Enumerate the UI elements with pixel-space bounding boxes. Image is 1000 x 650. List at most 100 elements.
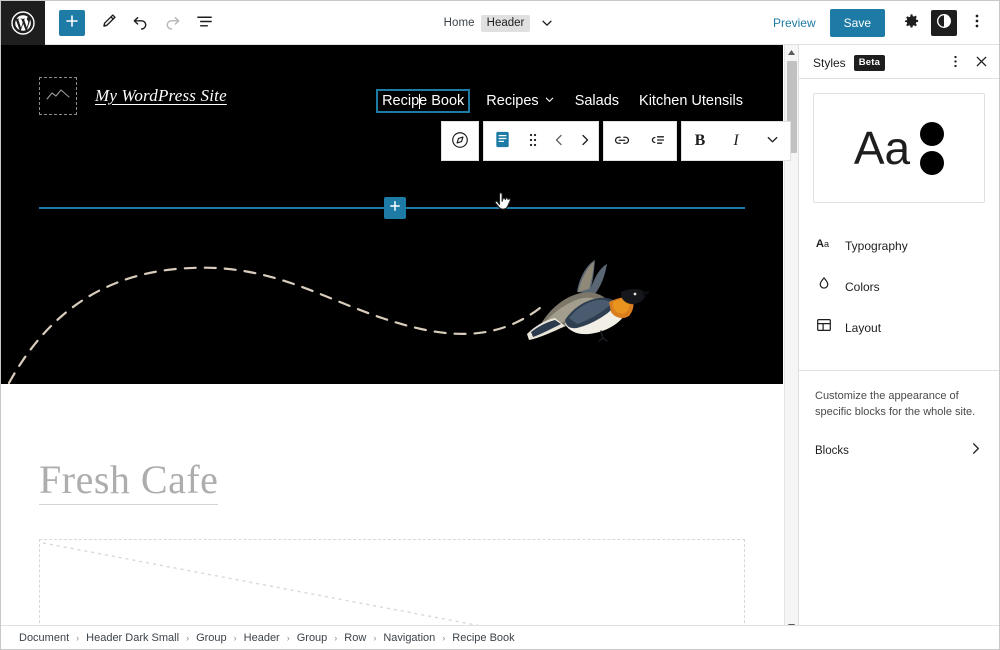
chevron-right-icon bbox=[968, 441, 983, 461]
color-swatch bbox=[920, 150, 945, 175]
svg-text:a: a bbox=[824, 239, 829, 249]
chevron-left-icon bbox=[552, 133, 566, 150]
page-content-area: Fresh Cafe bbox=[1, 384, 783, 633]
plus-icon bbox=[388, 199, 402, 218]
document-template-chip[interactable]: Header bbox=[480, 14, 531, 32]
compass-navigate-icon bbox=[450, 130, 470, 153]
chevron-down-icon bbox=[765, 132, 780, 150]
site-identity-row: My WordPress Site bbox=[39, 77, 227, 115]
redo-arrow-icon bbox=[163, 12, 182, 34]
style-preview-sample-text: Aa bbox=[853, 122, 911, 174]
style-preview-card[interactable]: Aa bbox=[813, 93, 985, 203]
breadcrumb-item-row[interactable]: Row bbox=[344, 632, 366, 644]
nav-item-label: Salads bbox=[574, 93, 620, 109]
chevron-right-icon bbox=[578, 133, 592, 150]
undo-button[interactable] bbox=[125, 8, 155, 38]
sidebar-item-typography[interactable]: A a Typography bbox=[799, 225, 999, 266]
breadcrumb-item-recipe-book[interactable]: Recipe Book bbox=[452, 632, 514, 644]
link-button[interactable] bbox=[604, 122, 640, 160]
image-placeholder-icon bbox=[42, 542, 522, 633]
breadcrumb-separator: › bbox=[286, 632, 290, 643]
preview-button[interactable]: Preview bbox=[763, 12, 826, 34]
breadcrumb-separator: › bbox=[76, 632, 80, 643]
site-logo-placeholder[interactable] bbox=[39, 77, 77, 115]
block-toolbar-link-group bbox=[603, 121, 677, 161]
breadcrumb-separator: › bbox=[442, 632, 446, 643]
navigation-block[interactable]: Recipe Book Recipes Salads Kitchen Utens… bbox=[376, 89, 745, 113]
save-button[interactable]: Save bbox=[829, 8, 885, 37]
block-toolbar-main-group bbox=[483, 121, 599, 161]
beta-badge: Beta bbox=[853, 54, 886, 71]
styles-menu: A a Typography Colors Layout bbox=[799, 225, 999, 348]
sidebar-item-label: Layout bbox=[845, 320, 882, 335]
scroll-up-button[interactable] bbox=[785, 45, 798, 59]
block-insertion-line bbox=[39, 197, 745, 219]
navigate-mode-button[interactable] bbox=[442, 122, 478, 160]
nav-item-recipe-book[interactable]: Recipe Book bbox=[376, 89, 471, 113]
move-right-button[interactable] bbox=[572, 122, 598, 160]
settings-button[interactable] bbox=[895, 7, 927, 39]
block-type-button[interactable] bbox=[484, 122, 520, 160]
styles-toggle-button[interactable] bbox=[931, 9, 957, 36]
sidebar-item-blocks[interactable]: Blocks bbox=[799, 421, 999, 461]
styles-more-button[interactable] bbox=[943, 51, 967, 75]
drag-handle-button[interactable] bbox=[520, 122, 546, 160]
color-swatch bbox=[920, 121, 945, 146]
add-block-button[interactable] bbox=[59, 9, 85, 36]
drag-handle-dots-icon bbox=[526, 131, 540, 152]
breadcrumb-item-navigation[interactable]: Navigation bbox=[383, 632, 435, 644]
document-chevron-down-icon[interactable] bbox=[536, 12, 558, 34]
breadcrumb-separator: › bbox=[334, 632, 338, 643]
breadcrumb-item-header-dark-small[interactable]: Header Dark Small bbox=[86, 632, 179, 644]
undo-arrow-icon bbox=[131, 12, 150, 34]
breadcrumb-separator: › bbox=[373, 632, 377, 643]
plus-icon bbox=[64, 13, 80, 32]
block-toolbar: B I bbox=[441, 121, 794, 161]
editor-canvas: My WordPress Site Recipe Book Recipes Sa bbox=[1, 45, 794, 633]
site-title[interactable]: My WordPress Site bbox=[95, 86, 227, 106]
styles-header-actions bbox=[943, 51, 993, 75]
content-image-placeholder[interactable] bbox=[39, 539, 745, 633]
flying-bird-illustration bbox=[527, 260, 649, 342]
sidebar-item-label: Colors bbox=[845, 279, 880, 294]
style-preview-swatches bbox=[920, 121, 945, 175]
move-left-button[interactable] bbox=[546, 122, 572, 160]
nav-item-recipes[interactable]: Recipes bbox=[484, 91, 556, 111]
scroll-up-arrow-icon bbox=[787, 43, 796, 61]
bold-label: B bbox=[694, 132, 706, 149]
color-droplet-icon bbox=[815, 275, 833, 298]
inline-inserter-button[interactable] bbox=[384, 197, 406, 219]
page-link-block-icon bbox=[492, 129, 513, 153]
add-submenu-icon bbox=[648, 130, 668, 153]
top-bar-right-tools: Preview Save bbox=[763, 7, 999, 39]
styles-close-button[interactable] bbox=[969, 51, 993, 75]
nav-item-salads[interactable]: Salads bbox=[573, 91, 621, 111]
styles-sidebar-header: Styles Beta bbox=[799, 47, 999, 79]
add-submenu-button[interactable] bbox=[640, 122, 676, 160]
redo-button[interactable] bbox=[157, 8, 187, 38]
site-header-block[interactable]: My WordPress Site Recipe Book Recipes Sa bbox=[1, 45, 783, 384]
italic-label: I bbox=[733, 132, 739, 149]
list-view-button[interactable] bbox=[189, 8, 219, 38]
more-formatting-button[interactable] bbox=[754, 122, 790, 160]
more-options-button[interactable] bbox=[961, 7, 993, 39]
breadcrumb-item-document[interactable]: Document bbox=[19, 632, 69, 644]
sidebar-item-colors[interactable]: Colors bbox=[799, 266, 999, 307]
nav-item-label: Recipes bbox=[486, 93, 539, 109]
breadcrumb-item-header[interactable]: Header bbox=[244, 632, 280, 644]
tools-pencil-button[interactable] bbox=[93, 8, 123, 38]
gear-icon bbox=[903, 13, 920, 33]
breadcrumb-separator: › bbox=[186, 632, 190, 643]
breadcrumb-item-group-2[interactable]: Group bbox=[297, 632, 328, 644]
italic-button[interactable]: I bbox=[718, 122, 754, 160]
breadcrumb-item-group-1[interactable]: Group bbox=[196, 632, 227, 644]
bold-button[interactable]: B bbox=[682, 122, 718, 160]
sidebar-item-layout[interactable]: Layout bbox=[799, 307, 999, 348]
page-heading[interactable]: Fresh Cafe bbox=[39, 460, 219, 505]
nav-item-kitchen-utensils[interactable]: Kitchen Utensils bbox=[637, 91, 745, 111]
wordpress-logo-button[interactable] bbox=[1, 1, 45, 45]
close-x-icon bbox=[974, 54, 989, 72]
list-view-icon bbox=[195, 12, 214, 34]
nav-item-label: Recipe Book bbox=[382, 93, 465, 109]
pencil-icon bbox=[99, 12, 118, 34]
